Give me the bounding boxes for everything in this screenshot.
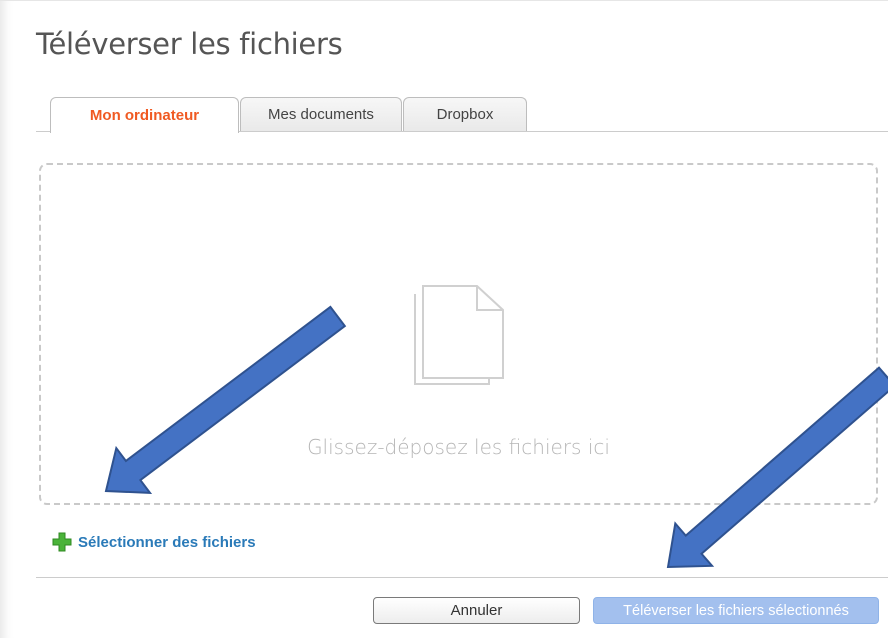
tab-dropbox[interactable]: Dropbox — [403, 97, 527, 131]
tab-mes-documents[interactable]: Mes documents — [240, 97, 402, 131]
tab-mon-ordinateur[interactable]: Mon ordinateur — [50, 97, 239, 133]
footer-divider — [36, 577, 888, 578]
dialog-title: Téléverser les fichiers — [36, 27, 343, 61]
select-files-label: Sélectionner des fichiers — [78, 533, 256, 551]
tab-label: Mes documents — [268, 106, 374, 123]
plus-icon — [52, 532, 72, 552]
file-icon — [414, 285, 504, 385]
drop-zone[interactable]: Glissez-déposez les fichiers ici — [39, 163, 878, 505]
tab-label: Dropbox — [436, 106, 494, 123]
drop-instruction: Glissez-déposez les fichiers ici — [307, 435, 610, 459]
upload-dialog: Téléverser les fichiers Mon ordinateur M… — [0, 0, 888, 638]
upload-selected-button[interactable]: Téléverser les fichiers sélectionnés — [593, 597, 879, 624]
cancel-button[interactable]: Annuler — [373, 597, 580, 624]
select-files-link[interactable]: Sélectionner des fichiers — [52, 532, 256, 552]
tab-label: Mon ordinateur — [89, 107, 200, 124]
